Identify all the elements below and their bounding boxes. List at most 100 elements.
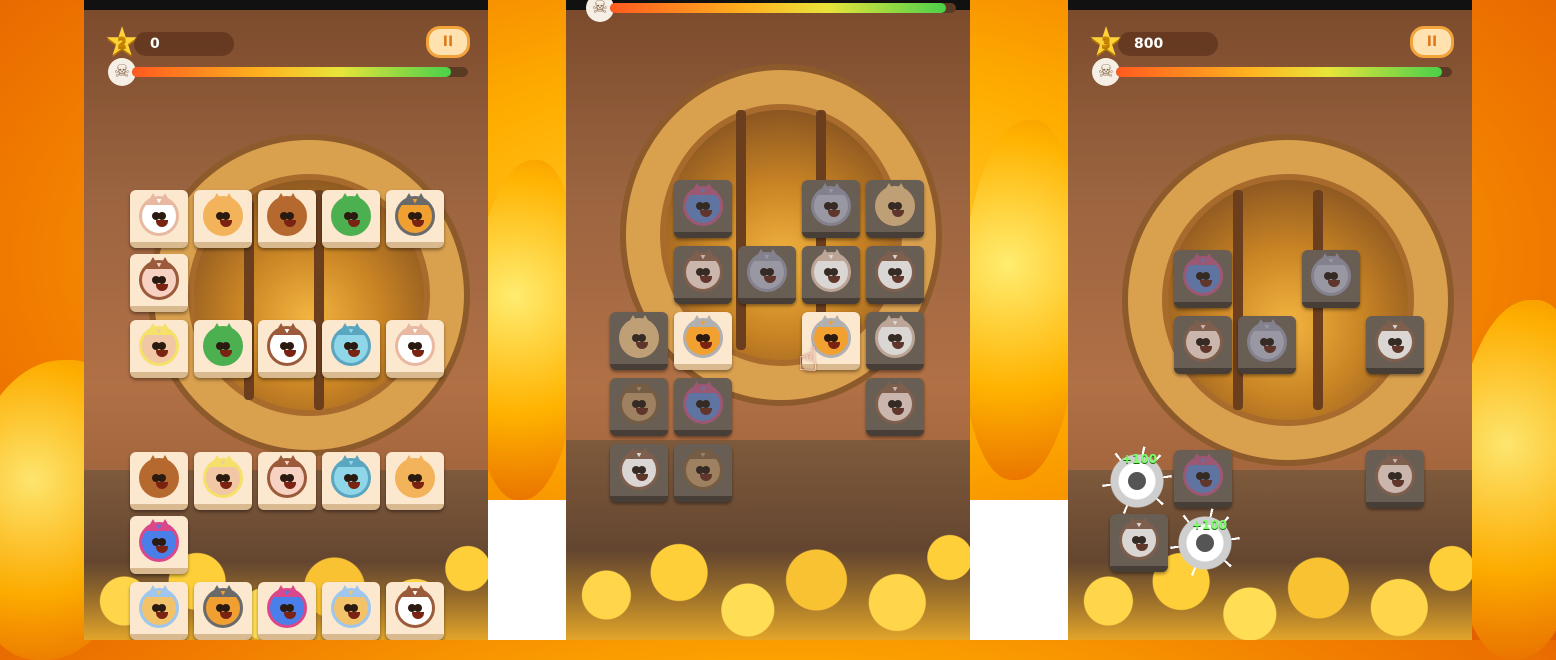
score-popup: +100 [1122,452,1158,466]
game-tile[interactable] [1174,316,1232,374]
game-tile[interactable] [130,254,188,312]
health-bar: ☠ [108,58,468,86]
game-tile[interactable] [322,320,380,378]
robot-cat-icon [331,323,371,366]
blue-cat-icon [267,585,307,628]
game-tile[interactable] [258,320,316,378]
game-tile[interactable] [386,582,444,640]
cow-cat-icon [139,257,179,300]
skull-icon: ☠ [586,0,614,22]
viking-dog-icon [683,315,723,358]
game-tile[interactable] [866,180,924,238]
cat-lucky-icon [811,249,851,292]
robot-cat-icon [331,455,371,498]
doge-icon [395,455,435,498]
pause-button[interactable]: II [426,26,470,58]
game-tile[interactable] [674,378,732,436]
blue-cat-icon [139,519,179,562]
game-tile[interactable] [1366,450,1424,508]
score-display: 800 [1118,32,1218,56]
blue-cat-icon [683,183,723,226]
blue-cat-icon [1183,453,1223,496]
game-tile[interactable] [130,320,188,378]
game-tile[interactable] [1110,514,1168,572]
doge-icon [875,183,915,226]
game-tile[interactable] [1302,250,1360,308]
game-tile[interactable] [322,190,380,248]
game-tile[interactable] [258,582,316,640]
cow-cat-icon [1375,453,1415,496]
game-tile[interactable] [194,320,252,378]
pause-button[interactable]: II [1410,26,1454,58]
game-screen-1: ★ 2 0 II ☠ [84,0,488,640]
cat-lucky-icon [875,315,915,358]
doge-icon [203,193,243,236]
game-tile[interactable] [386,320,444,378]
game-tile[interactable] [1366,316,1424,374]
cow-cat-icon [1183,319,1223,362]
game-screen-3: ★ 3 800 II ☠ +100 +100 [1068,0,1472,640]
game-tile[interactable] [130,516,188,574]
game-tile[interactable] [866,312,924,370]
score-popup: +100 [1192,518,1228,532]
pepe-frog-icon [331,193,371,236]
cat-shout-icon [1119,517,1159,560]
game-tile[interactable] [322,582,380,640]
game-tile[interactable] [258,190,316,248]
cat-shout-icon [395,585,435,628]
game-tile[interactable] [802,246,860,304]
game-tile[interactable] [610,378,668,436]
game-tile[interactable] [1174,450,1232,508]
game-tile[interactable] [386,452,444,510]
game-tile[interactable] [1174,250,1232,308]
health-fill [1116,67,1442,77]
game-tile[interactable] [194,190,252,248]
dog-icon [683,447,723,490]
game-tile[interactable] [130,452,188,510]
cow-cat-icon [267,455,307,498]
game-tile[interactable] [194,582,252,640]
grey-cat-icon [747,249,787,292]
game-tile[interactable] [258,452,316,510]
game-tile[interactable] [738,246,796,304]
blue-cat-icon [683,381,723,424]
dog-icon [619,381,659,424]
game-tile[interactable] [130,190,188,248]
cat-shout-icon [619,447,659,490]
game-tile[interactable] [674,246,732,304]
cat-lucky-icon [139,193,179,236]
cat-shout-icon [1375,319,1415,362]
cat-lucky-icon [395,323,435,366]
monkey-icon [139,455,179,498]
pointer-hand-icon: ☝ [797,340,819,380]
game-tile[interactable] [610,312,668,370]
grey-cat-icon [1311,253,1351,296]
health-bar: ☠ [1092,58,1452,86]
game-tile[interactable] [322,452,380,510]
doge-icon [619,315,659,358]
game-tile[interactable] [610,444,668,502]
pepe-frog-icon [203,323,243,366]
game-tile[interactable] [802,180,860,238]
game-tile[interactable] [674,312,732,370]
game-tile[interactable] [1238,316,1296,374]
game-tile[interactable] [130,582,188,640]
vault-bar [1233,190,1243,410]
game-screen-2: ☠ ☝ [566,0,970,640]
game-tile[interactable] [386,190,444,248]
monkey-icon [267,193,307,236]
health-fill [610,3,946,13]
white-floor-area [480,500,570,640]
shiba-helmet-icon [203,585,243,628]
cow-cat-icon [875,381,915,424]
game-tile[interactable] [866,378,924,436]
game-tile[interactable] [866,246,924,304]
game-tile[interactable] [674,180,732,238]
cow-cat-icon [683,249,723,292]
trump-icon [139,323,179,366]
health-track [132,67,468,77]
shiba-helmet-icon [395,193,435,236]
game-tile[interactable] [194,452,252,510]
game-tile[interactable] [674,444,732,502]
health-fill [132,67,452,77]
